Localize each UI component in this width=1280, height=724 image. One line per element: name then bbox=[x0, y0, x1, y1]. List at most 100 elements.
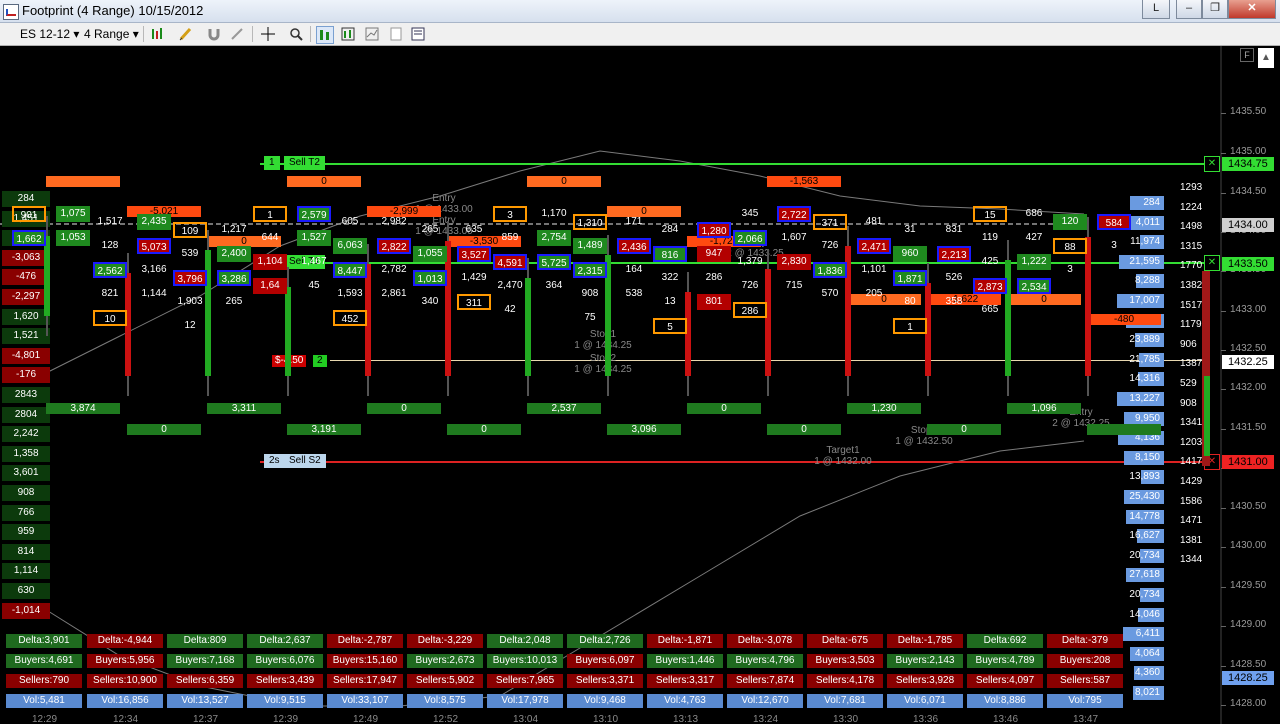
footprint-cell: 88 bbox=[1053, 238, 1087, 254]
right-delta-label: 4,360 bbox=[1134, 667, 1160, 679]
chevron-down-icon: ▾ bbox=[132, 27, 139, 41]
toolbar-separator bbox=[252, 26, 253, 42]
period-label: 4 Range bbox=[84, 27, 130, 41]
order-label-s2[interactable]: Sell S2 bbox=[284, 454, 326, 468]
left-ladder-cell: -4,801 bbox=[2, 347, 50, 364]
bar-sellers-stat: Sellers:3,317 bbox=[647, 674, 723, 688]
close-order-icon[interactable]: ✕ bbox=[1204, 156, 1220, 172]
footprint-cell: 901 bbox=[12, 206, 46, 222]
bar-delta-stat: Delta:809 bbox=[167, 634, 243, 648]
order-line-t2[interactable] bbox=[260, 163, 1206, 165]
footprint-cell: 2,471 bbox=[857, 238, 891, 254]
left-ladder-cell: 959 bbox=[2, 524, 50, 541]
price-axis-tick bbox=[1221, 705, 1226, 706]
left-ladder-cell: -176 bbox=[2, 367, 50, 384]
bar-volume-stat: Vol:4,763 bbox=[647, 694, 723, 708]
footprint-cell: 801 bbox=[697, 294, 731, 310]
footprint-cell: 12 bbox=[184, 320, 196, 331]
bar-buyers-stat: Buyers:4,796 bbox=[727, 654, 803, 668]
price-marker: 1432.25 bbox=[1222, 355, 1274, 369]
footprint-cell: 3,286 bbox=[217, 270, 251, 286]
footprint-cell: 109 bbox=[173, 222, 207, 238]
crosshair-icon[interactable] bbox=[260, 26, 276, 42]
bar-type-icon[interactable] bbox=[150, 26, 166, 42]
right-delta-label: 8,288 bbox=[1134, 275, 1160, 287]
footprint-cell: 3,796 bbox=[173, 270, 207, 286]
properties-icon[interactable] bbox=[410, 26, 426, 42]
footprint-cell: 1,075 bbox=[56, 206, 90, 222]
footprint-cell: 947 bbox=[697, 246, 731, 262]
left-ladder-cell: 2,242 bbox=[2, 426, 50, 443]
price-axis-tick bbox=[1221, 311, 1226, 312]
bar-sellers-stat: Sellers:7,965 bbox=[487, 674, 563, 688]
right-delta-label: 21,595 bbox=[1129, 255, 1160, 267]
price-axis-label: 1435.00 bbox=[1230, 146, 1267, 157]
close-button[interactable]: ✕ bbox=[1228, 0, 1276, 19]
order-qty-s2[interactable]: 2s bbox=[264, 454, 285, 468]
candle-body bbox=[205, 250, 211, 376]
bar-buyers-stat: Buyers:4,691 bbox=[6, 654, 82, 668]
order-qty-t2[interactable]: 1 bbox=[264, 156, 280, 170]
bar-buyers-stat: Buyers:208 bbox=[1047, 654, 1123, 668]
footprint-cell: 1,903 bbox=[177, 296, 203, 307]
footprint-cell: 345 bbox=[741, 208, 759, 219]
footprint-chart[interactable]: 1435.50 1435.00 1434.50 1434.00 1433.50 1433.… bbox=[0, 46, 1280, 724]
footprint-cell: 1,429 bbox=[461, 272, 487, 283]
footprint-cell: 1,593 bbox=[337, 288, 363, 299]
price-axis-label: 1432.50 bbox=[1230, 343, 1267, 354]
bar-delta-stat: Delta:-4,944 bbox=[87, 634, 163, 648]
minimize-button[interactable]: – bbox=[1176, 0, 1202, 19]
price-marker: 1428.25 bbox=[1222, 671, 1274, 685]
zoom-icon[interactable] bbox=[288, 26, 304, 42]
price-axis-label: 1428.00 bbox=[1230, 698, 1267, 709]
bar-bottom-delta: 0 bbox=[127, 424, 201, 435]
time-axis-label: 13:04 bbox=[513, 714, 539, 724]
bar-volume-stat: Vol:9,468 bbox=[567, 694, 643, 708]
right-delta-label: 284 bbox=[1143, 197, 1160, 208]
right-volume-label: 529 bbox=[1180, 378, 1197, 389]
position-qty[interactable]: 2 bbox=[313, 355, 327, 367]
right-delta-label: 23,889 bbox=[1129, 334, 1160, 346]
footprint-cell: 2,213 bbox=[937, 246, 971, 262]
footprint-cell: 2,534 bbox=[1017, 278, 1051, 294]
order-line-s2[interactable] bbox=[260, 461, 1206, 463]
footprint-cell: 1 bbox=[893, 318, 927, 334]
execution-label: Target1 bbox=[826, 445, 860, 456]
execution-fill: 1 @ 1432.00 bbox=[814, 456, 872, 467]
footprint-icon[interactable] bbox=[316, 26, 334, 44]
period-selector[interactable]: 4 Range ▾ bbox=[84, 26, 139, 42]
volume-profile-icon[interactable] bbox=[340, 26, 356, 42]
crosshair-icon[interactable] bbox=[230, 26, 246, 42]
data-box-icon[interactable] bbox=[388, 26, 404, 42]
left-ladder-cell: 1,521 bbox=[2, 328, 50, 345]
magnet-icon[interactable] bbox=[206, 26, 222, 42]
axis-corner-box[interactable]: F bbox=[1240, 48, 1254, 62]
footprint-cell: 371 bbox=[813, 214, 847, 230]
right-delta-label: 13,893 bbox=[1129, 471, 1160, 483]
chart-trader-icon[interactable] bbox=[364, 26, 380, 42]
footprint-cell: 358 bbox=[945, 296, 963, 307]
footprint-cell: 1,517 bbox=[97, 216, 123, 227]
footprint-cell: 1,871 bbox=[893, 270, 927, 286]
footprint-cell: 726 bbox=[741, 280, 759, 291]
order-label-t2[interactable]: Sell T2 bbox=[284, 156, 325, 170]
footprint-cell: 3 bbox=[493, 206, 527, 222]
footprint-cell: 205 bbox=[865, 288, 883, 299]
scroll-handle-icon[interactable]: ▲ bbox=[1258, 48, 1274, 68]
right-delta-label: 17,007 bbox=[1129, 295, 1160, 306]
pencil-draw-icon[interactable] bbox=[178, 26, 194, 42]
footprint-cell: 2,722 bbox=[777, 206, 811, 222]
footprint-cell: 364 bbox=[545, 280, 563, 291]
right-delta-label: 27,618 bbox=[1129, 569, 1160, 581]
footprint-cell: 8,447 bbox=[333, 262, 367, 278]
price-axis-label: 1429.00 bbox=[1230, 619, 1267, 630]
bar-buyers-stat: Buyers:6,097 bbox=[567, 654, 643, 668]
footprint-cell: 1,467 bbox=[301, 256, 327, 267]
link-button[interactable]: L bbox=[1142, 0, 1170, 19]
right-volume-label: 1224 bbox=[1180, 201, 1203, 213]
restore-button[interactable]: ❐ bbox=[1202, 0, 1228, 19]
close-order-icon[interactable]: ✕ bbox=[1204, 255, 1220, 271]
left-ladder-cell: 1,358 bbox=[2, 445, 50, 462]
instrument-selector[interactable]: ES 12-12 ▾ bbox=[20, 26, 79, 42]
right-volume-label: 1387 bbox=[1180, 358, 1203, 370]
